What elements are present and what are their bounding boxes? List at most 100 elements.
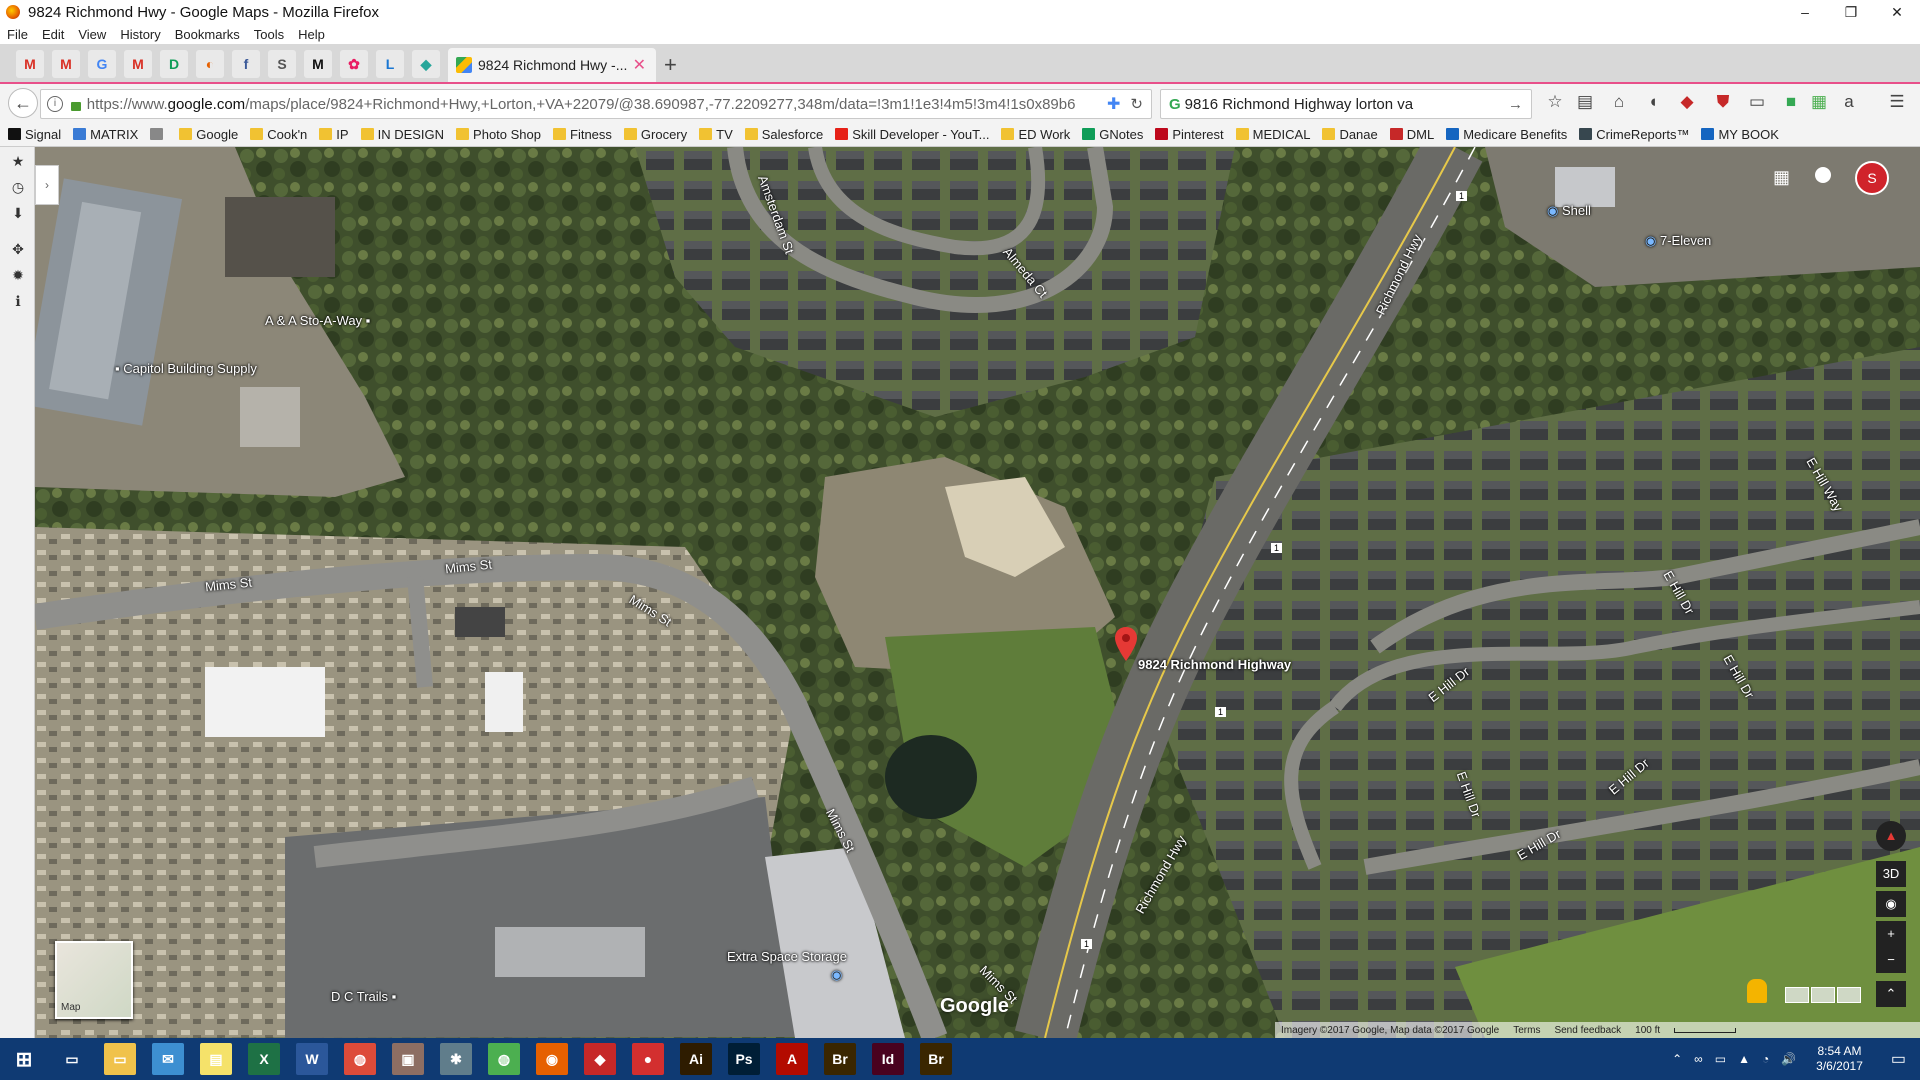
- mail-taskbar-icon[interactable]: ✉: [152, 1043, 184, 1075]
- info-icon[interactable]: i: [47, 96, 63, 112]
- pinned-tab-app[interactable]: ◐: [196, 50, 224, 78]
- app-red2-taskbar-icon[interactable]: ●: [632, 1043, 664, 1075]
- info-sidebar-icon[interactable]: ℹ: [10, 293, 26, 309]
- place-dc-trails[interactable]: D C Trails ▪: [331, 989, 396, 1004]
- bookmark-item[interactable]: IN DESIGN: [360, 127, 444, 142]
- bookmark-item[interactable]: Grocery: [623, 127, 687, 142]
- menu-edit[interactable]: Edit: [42, 27, 64, 42]
- map-type-toggle[interactable]: Map: [55, 941, 133, 1019]
- home-icon[interactable]: ⌂: [1608, 92, 1630, 114]
- apps-grid-icon[interactable]: ▦: [1773, 167, 1791, 187]
- windows-start-icon[interactable]: ⊞: [8, 1043, 40, 1075]
- menu-help[interactable]: Help: [298, 27, 325, 42]
- place-7-eleven[interactable]: ◉ 7-Eleven: [1645, 233, 1711, 249]
- window-icon[interactable]: ▭: [1746, 92, 1768, 114]
- tab-close-icon[interactable]: ✕: [633, 55, 646, 75]
- pinned-tab-drive[interactable]: D: [160, 50, 188, 78]
- minimize-button[interactable]: –: [1782, 4, 1828, 21]
- tab-active-google-maps[interactable]: 9824 Richmond Hwy -... ✕: [448, 48, 656, 82]
- word-taskbar-icon[interactable]: W: [296, 1043, 328, 1075]
- task-view-icon[interactable]: ▭: [56, 1043, 88, 1075]
- scale-bar[interactable]: 100 ft: [1635, 1025, 1660, 1036]
- place-extra-space-storage[interactable]: Extra Space Storage: [727, 949, 847, 964]
- network-icon[interactable]: ▭: [1715, 1052, 1726, 1066]
- bridge-taskbar-icon[interactable]: Br: [824, 1043, 856, 1075]
- download-icon[interactable]: ⬇: [10, 205, 26, 221]
- gear-icon[interactable]: ✹: [10, 267, 26, 283]
- chrome-taskbar-icon[interactable]: ◍: [488, 1043, 520, 1075]
- bookmark-item[interactable]: Signal: [8, 127, 61, 142]
- location-pin-icon[interactable]: [1115, 627, 1137, 661]
- bookmark-item[interactable]: MATRIX: [73, 127, 138, 142]
- photoshop-taskbar-icon[interactable]: Ps: [728, 1043, 760, 1075]
- collapse-panel-button[interactable]: ›: [35, 165, 59, 205]
- app-red-taskbar-icon[interactable]: ◆: [584, 1043, 616, 1075]
- pinned-tab-app-4[interactable]: ◆: [412, 50, 440, 78]
- tilt-3d-button[interactable]: 3D: [1876, 861, 1906, 887]
- pinned-tab-medium[interactable]: M: [304, 50, 332, 78]
- pegman-icon[interactable]: [1747, 979, 1767, 1003]
- new-tab-button[interactable]: +: [664, 52, 677, 78]
- puzzle-icon[interactable]: ✥: [10, 241, 26, 257]
- history-icon[interactable]: ◷: [10, 179, 26, 195]
- place-capitol-building-supply[interactable]: ▪ Capitol Building Supply: [115, 361, 257, 376]
- bookmark-item[interactable]: Fitness: [553, 127, 612, 142]
- bookmark-item[interactable]: Salesforce: [744, 127, 823, 142]
- pinned-tab-app-2[interactable]: S: [268, 50, 296, 78]
- maximize-button[interactable]: ❐: [1828, 4, 1874, 21]
- menu-bookmarks[interactable]: Bookmarks: [175, 27, 240, 42]
- bookmark-item[interactable]: Skill Developer - YouT...: [835, 127, 989, 142]
- zoom-in-button[interactable]: +: [1876, 921, 1906, 947]
- clock[interactable]: 8:54 AM 3/6/2017: [1816, 1044, 1863, 1074]
- bookmark-item[interactable]: Google: [179, 127, 238, 142]
- tray-expand-icon[interactable]: ⌃: [1672, 1052, 1682, 1066]
- url-bar[interactable]: i https://www.google.com/maps/place/9824…: [40, 89, 1152, 119]
- bookmark-item[interactable]: GNotes: [1082, 127, 1143, 142]
- hamburger-menu-icon[interactable]: ☰: [1886, 92, 1908, 114]
- place-shell[interactable]: ◉ Shell: [1547, 203, 1591, 219]
- bookmark-item[interactable]: [150, 128, 167, 140]
- bookmark-item[interactable]: Photo Shop: [456, 127, 541, 142]
- back-button[interactable]: ←: [8, 88, 38, 118]
- pinned-tab-app-3[interactable]: L: [376, 50, 404, 78]
- menu-file[interactable]: File: [7, 27, 28, 42]
- bookmark-item[interactable]: DML: [1389, 127, 1434, 142]
- ublock-icon[interactable]: ◆: [1676, 92, 1698, 114]
- bookmark-item[interactable]: CrimeReports™: [1579, 127, 1689, 142]
- indesign-taskbar-icon[interactable]: Id: [872, 1043, 904, 1075]
- bookmark-item[interactable]: MY BOOK: [1701, 127, 1779, 142]
- terms-link[interactable]: Terms: [1513, 1025, 1540, 1036]
- sync-icon[interactable]: ∞: [1694, 1052, 1703, 1066]
- extension-icon[interactable]: ■: [1780, 92, 1802, 114]
- app-taskbar-icon[interactable]: ✱: [440, 1043, 472, 1075]
- expand-imagery-icon[interactable]: ⌃: [1876, 981, 1906, 1007]
- acrobat-taskbar-icon[interactable]: A: [776, 1043, 808, 1075]
- pinned-tab-google[interactable]: G: [88, 50, 116, 78]
- imagery-strip[interactable]: [1785, 987, 1861, 1003]
- bookmark-item[interactable]: ED Work: [1001, 127, 1070, 142]
- illustrator-taskbar-icon[interactable]: Ai: [680, 1043, 712, 1075]
- menu-history[interactable]: History: [120, 27, 160, 42]
- search-input[interactable]: 9816 Richmond Highway lorton va: [1185, 96, 1413, 113]
- bookmark-item[interactable]: Danae: [1322, 127, 1378, 142]
- action-center-icon[interactable]: ▭: [1891, 1049, 1906, 1069]
- compass-icon[interactable]: ▲: [1876, 821, 1906, 851]
- bookmarks-sidebar-icon[interactable]: ★: [10, 153, 26, 169]
- amazon-icon[interactable]: a: [1838, 92, 1860, 114]
- reading-list-icon[interactable]: ▤: [1574, 92, 1596, 114]
- archive-taskbar-icon[interactable]: ▣: [392, 1043, 424, 1075]
- bookmark-item[interactable]: TV: [699, 127, 733, 142]
- volume-icon[interactable]: 🔊: [1781, 1052, 1796, 1066]
- my-location-icon[interactable]: ◉: [1876, 891, 1906, 917]
- page-action-icon[interactable]: ✚: [1107, 94, 1120, 114]
- avatar[interactable]: S: [1855, 161, 1889, 195]
- extension-2-icon[interactable]: ▦: [1808, 92, 1830, 114]
- wifi-icon[interactable]: ◔: [1762, 1052, 1769, 1066]
- send-feedback-link[interactable]: Send feedback: [1554, 1025, 1621, 1036]
- excel-taskbar-icon[interactable]: X: [248, 1043, 280, 1075]
- bookmark-item[interactable]: Pinterest: [1155, 127, 1224, 142]
- zoom-out-button[interactable]: −: [1876, 947, 1906, 973]
- bookmark-item[interactable]: Medicare Benefits: [1446, 127, 1567, 142]
- menu-view[interactable]: View: [78, 27, 106, 42]
- bookmark-item[interactable]: MEDICAL: [1235, 127, 1310, 142]
